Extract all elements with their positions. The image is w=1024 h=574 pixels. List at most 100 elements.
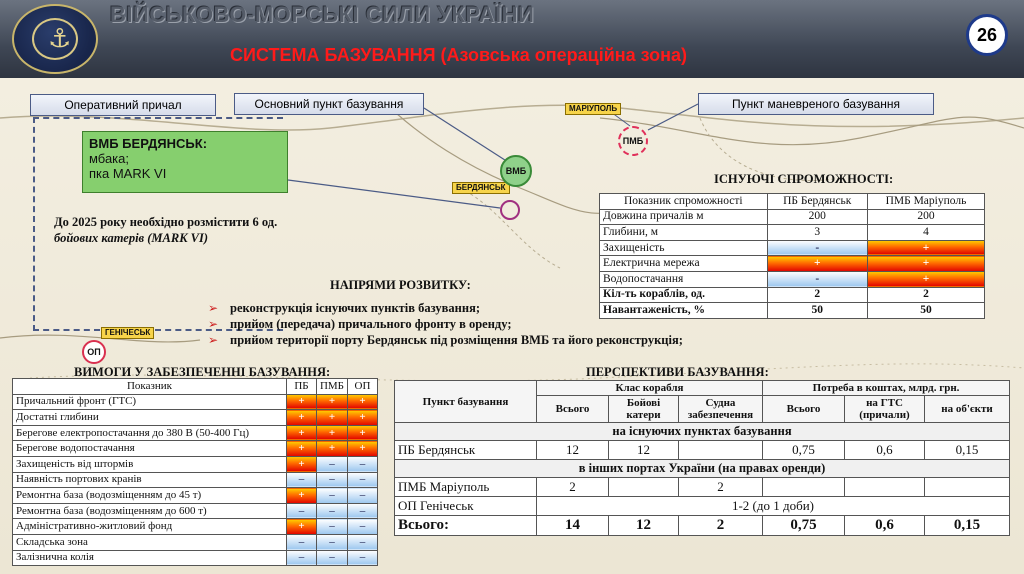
row-label: Ремонтна база (водозміщенням до 600 т) xyxy=(12,502,287,520)
map-label-berdyansk: БЕРДЯНСЬК xyxy=(452,182,510,194)
row-label: Складська зона xyxy=(12,533,287,551)
cell: - xyxy=(766,270,868,288)
table-row: Берегове електропостачання до 380 В (50-… xyxy=(12,424,378,442)
cell: 0,75 xyxy=(762,440,845,460)
capabilities-table: Показник спроможності ПБ Бердянськ ПМБ М… xyxy=(599,193,986,319)
table-row: Причальний фронт (ГТС) + + + xyxy=(12,393,378,411)
cell: + xyxy=(315,440,349,457)
table-row: Захищеність - + xyxy=(599,239,986,257)
table-row: Залізнична колія – – – xyxy=(12,549,378,567)
cell xyxy=(608,477,679,497)
row-label: Захищеність від штормів xyxy=(12,455,287,473)
col-header: ПМБ Маріуполь xyxy=(866,193,986,210)
cell: 200 xyxy=(766,208,868,226)
cell: Кіл-ть кораблів, од. xyxy=(599,286,768,304)
direction-text: прийом території порту Бердянськ під роз… xyxy=(230,333,683,347)
directions-title: НАПРЯМИ РОЗВИТКУ: xyxy=(330,278,471,292)
col-header: ПБ Бердянськ xyxy=(766,193,868,210)
cell: – xyxy=(347,549,378,567)
pmb-marker: ПМБ xyxy=(618,126,648,156)
arrow-bullet-icon: ➢ xyxy=(208,301,219,315)
table-row: Захищеність від штормів + – – xyxy=(12,455,378,473)
note-2025: До 2025 року необхідно розмістити 6 од. … xyxy=(54,214,344,246)
cell: – xyxy=(285,471,317,489)
cell: 12 xyxy=(608,440,679,460)
direction-text: реконструкція існуючих пунктів базування… xyxy=(230,301,480,315)
cell: 12 xyxy=(536,440,609,460)
cell: 0,6 xyxy=(844,515,925,536)
col-header: ПБ xyxy=(285,378,317,395)
col-header: ПМБ xyxy=(315,378,349,395)
cell: + xyxy=(285,518,317,535)
direction-item: ➢ прийом території порту Бердянськ під ро… xyxy=(204,332,764,348)
cell: + xyxy=(766,255,868,272)
cell: 2 xyxy=(866,286,986,304)
table-row: Наявність портових кранів – – – xyxy=(12,471,378,489)
total-row: Всього: 14 12 2 0,75 0,6 0,15 xyxy=(394,515,1010,536)
table-row: Берегове водопостачання + + + xyxy=(12,440,378,457)
row-label: Залізнична колія xyxy=(12,549,287,567)
cell: 50 xyxy=(866,302,986,319)
table-row: ПМБ Маріуполь 2 2 xyxy=(394,477,1010,497)
row-label: Ремонтна база (водозміщенням до 45 т) xyxy=(12,487,287,504)
col-header-need-total: Всього xyxy=(762,395,845,423)
cell: Глибини, м xyxy=(599,224,768,241)
cell: + xyxy=(315,393,349,411)
cell: – xyxy=(315,502,349,520)
cell: + xyxy=(347,393,378,411)
map-label-mariupol: МАРІУПОЛЬ xyxy=(565,103,622,115)
cell xyxy=(762,477,845,497)
cell: – xyxy=(347,502,378,520)
table-row: Електрична мережа + + xyxy=(599,255,986,272)
col-header-point: Пункт базування xyxy=(394,380,537,423)
cell: 2 xyxy=(678,477,763,497)
cell: 2 xyxy=(766,286,868,304)
cell: – xyxy=(347,533,378,551)
cell: + xyxy=(285,424,317,442)
cell: Навантаженість, % xyxy=(599,302,768,319)
cell: – xyxy=(347,518,378,535)
vmb-berdyansk-info-box: ВМБ БЕРДЯНСЬК: мбака; пка MARK VI xyxy=(82,131,288,193)
cell: + xyxy=(347,409,378,426)
cell: 0,6 xyxy=(844,440,925,460)
vmb-berdyansk-title: ВМБ БЕРДЯНСЬК: xyxy=(89,136,208,151)
cell: – xyxy=(315,549,349,567)
cell: Електрична мережа xyxy=(599,255,768,272)
section-row: на існуючих пунктах базування xyxy=(394,422,1010,441)
map-label-genichesk: ГЕНІЧЕСЬК xyxy=(101,327,155,339)
cell: + xyxy=(285,393,317,411)
row-label: Адміністративно-житловий фонд xyxy=(12,518,287,535)
perspectives-table: Пункт базування Клас корабля Потреба в к… xyxy=(394,380,1010,536)
col-header-class: Клас корабля xyxy=(536,380,763,396)
vmb-marker: ВМБ xyxy=(500,155,532,187)
cell: + xyxy=(285,440,317,457)
note-line: бойових катерів (MARK VI) xyxy=(54,231,209,245)
cell-span: 1-2 (до 1 доби) xyxy=(536,496,1010,516)
cell: – xyxy=(315,518,349,535)
section-row: в інших портах України (на правах оренди… xyxy=(394,459,1010,478)
arrow-bullet-icon: ➢ xyxy=(208,333,219,347)
cell: 50 xyxy=(766,302,868,319)
cell: Довжина причалів м xyxy=(599,208,768,226)
cell: – xyxy=(347,455,378,473)
cell: Захищеність xyxy=(599,239,768,257)
table-row: Ремонтна база (водозміщенням до 45 т) + – – xyxy=(12,487,378,504)
row-label: Причальний фронт (ГТС) xyxy=(12,393,287,411)
table-row: Адміністративно-житловий фонд + – – xyxy=(12,518,378,535)
cell: + xyxy=(315,424,349,442)
row-name: ПБ Бердянськ xyxy=(394,440,537,460)
cell: + xyxy=(866,239,986,257)
cell: – xyxy=(347,487,378,504)
table-header-row: Пункт базування Клас корабля Потреба в к… xyxy=(394,380,1010,423)
col-header-total: Всього xyxy=(536,395,609,423)
vmb-berdyansk-line: пка MARK VI xyxy=(89,166,167,181)
col-header-need: Потреба в коштах, млрд. грн. xyxy=(762,380,1010,396)
cell: 0,75 xyxy=(762,515,845,536)
cell: 0,15 xyxy=(924,440,1010,460)
col-header-combat: Бойові катери xyxy=(608,395,679,423)
direction-text: прийом (передача) причального фронту в о… xyxy=(230,317,512,331)
row-label: Берегове водопостачання xyxy=(12,440,287,457)
cell: – xyxy=(315,487,349,504)
table-row: Глибини, м34 xyxy=(599,224,986,241)
cell: - xyxy=(766,239,868,257)
